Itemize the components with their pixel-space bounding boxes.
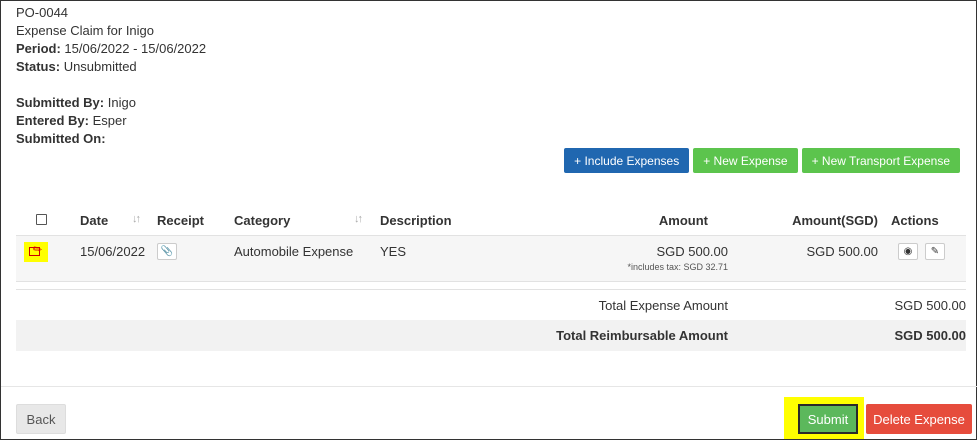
entered-by-row: Entered By: Esper: [16, 112, 206, 130]
header-category[interactable]: Category: [234, 213, 290, 228]
header-actions: Actions: [891, 213, 939, 228]
total-expense-label: Total Expense Amount: [598, 298, 728, 313]
header-receipt: Receipt: [157, 213, 204, 228]
sort-icon[interactable]: ↓↑: [354, 213, 363, 225]
entered-by-label: Entered By:: [16, 113, 89, 128]
status-row: Status: Unsubmitted: [16, 58, 206, 76]
claim-info: PO-0044 Expense Claim for Inigo Period: …: [16, 4, 206, 148]
eye-icon[interactable]: ◉: [898, 243, 918, 260]
header-amount: Amount: [658, 213, 708, 228]
table-row: ✎ 15/06/2022 📎 Automobile Expense YES SG…: [16, 236, 966, 282]
po-number: PO-0044: [16, 5, 69, 20]
period-label: Period:: [16, 41, 61, 56]
select-all-checkbox[interactable]: [36, 214, 47, 225]
row-description: YES: [380, 244, 407, 259]
back-button[interactable]: Back: [16, 404, 66, 434]
submitted-by-label: Submitted By:: [16, 95, 105, 110]
entered-by-value: Esper: [92, 113, 127, 128]
table-header: Date ↓↑ Receipt Category ↓↑ Description …: [16, 203, 966, 236]
period-value: 15/06/2022 - 15/06/2022: [64, 41, 207, 56]
submitted-on-row: Submitted On:: [16, 130, 206, 148]
edit-icon[interactable]: ✎: [925, 243, 945, 260]
new-expense-button[interactable]: + New Expense: [693, 148, 798, 173]
header-date[interactable]: Date: [80, 213, 108, 228]
total-expense-value: SGD 500.00: [894, 298, 966, 313]
expense-table: Date ↓↑ Receipt Category ↓↑ Description …: [16, 203, 966, 282]
total-reimbursable-row: Total Reimbursable Amount SGD 500.00: [16, 320, 966, 351]
header-amount-sgd: Amount(SGD): [792, 213, 878, 228]
row-category: Automobile Expense: [234, 244, 354, 259]
expense-claim-panel: PO-0044 Expense Claim for Inigo Period: …: [0, 0, 977, 440]
row-amount: SGD 500.00: [656, 244, 728, 259]
submit-button[interactable]: Submit: [798, 404, 858, 434]
status-value: Unsubmitted: [63, 59, 137, 74]
total-reimbursable-value: SGD 500.00: [894, 328, 966, 343]
submitted-on-label: Submitted On:: [16, 131, 106, 146]
total-expense-row: Total Expense Amount SGD 500.00: [16, 289, 966, 320]
claim-title: Expense Claim for Inigo: [16, 23, 155, 38]
delete-expense-button[interactable]: Delete Expense: [866, 404, 972, 434]
divider: [1, 386, 977, 387]
paperclip-icon[interactable]: 📎: [157, 243, 177, 260]
sort-icon[interactable]: ↓↑: [132, 213, 141, 225]
row-tax-note: *includes tax: SGD 32.71: [627, 262, 728, 272]
submitted-by-row: Submitted By: Inigo: [16, 94, 206, 112]
status-label: Status:: [16, 59, 61, 74]
submitted-by-value: Inigo: [107, 95, 136, 110]
header-description: Description: [380, 213, 452, 228]
total-reimbursable-label: Total Reimbursable Amount: [556, 328, 728, 343]
new-transport-expense-button[interactable]: + New Transport Expense: [801, 148, 960, 173]
period-row: Period: 15/06/2022 - 15/06/2022: [16, 40, 206, 58]
include-expenses-button[interactable]: + Include Expenses: [564, 148, 690, 173]
toolbar: + Include Expenses + New Expense + New T…: [564, 148, 960, 173]
row-amount-sgd: SGD 500.00: [806, 244, 878, 259]
row-date: 15/06/2022: [80, 244, 146, 259]
